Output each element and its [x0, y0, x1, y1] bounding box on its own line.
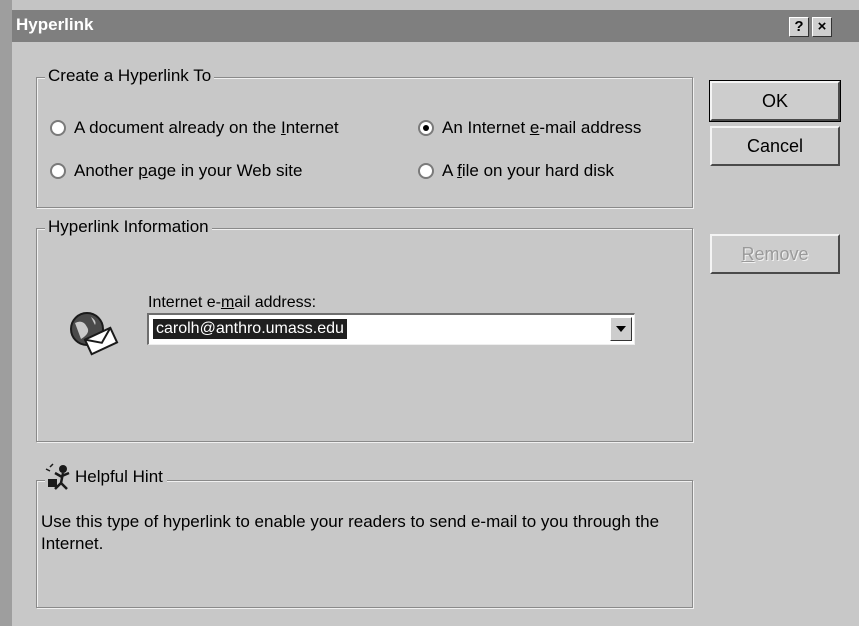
- radio-label: An Internet e-mail address: [442, 118, 642, 137]
- radio-indicator[interactable]: [50, 120, 66, 136]
- helpful-hint-text: Use this type of hyperlink to enable you…: [41, 512, 660, 553]
- create-hyperlink-label: Create a Hyperlink To: [45, 66, 215, 86]
- email-address-combobox[interactable]: carolh@anthro.umass.edu: [147, 313, 635, 345]
- radio-label: A document already on the Internet: [74, 118, 339, 137]
- helpful-hint-group: Helpful Hint Use this type of hyperlink …: [36, 463, 693, 608]
- combobox-dropdown-arrow-icon[interactable]: [610, 317, 632, 341]
- email-globe-icon: [70, 312, 119, 356]
- help-button[interactable]: ?: [789, 17, 809, 37]
- email-field-label: Internet e-mail address:: [148, 294, 317, 311]
- hyperlink-dialog: Hyperlink ? × Create a Hyperlink To A do…: [12, 10, 859, 626]
- radio-label: A file on your hard disk: [442, 161, 614, 180]
- helpful-hint-label: Helpful Hint: [75, 467, 163, 486]
- title-bar[interactable]: Hyperlink ? ×: [12, 10, 859, 42]
- cancel-button[interactable]: Cancel: [710, 126, 840, 166]
- radio-email-address[interactable]: An Internet e-mail address: [418, 118, 641, 138]
- helpful-hint-header: Helpful Hint: [45, 463, 167, 491]
- radio-hard-disk-file[interactable]: A file on your hard disk: [418, 161, 614, 181]
- radio-indicator[interactable]: [50, 163, 66, 179]
- radio-web-page[interactable]: Another page in your Web site: [50, 161, 302, 181]
- radio-indicator-selected[interactable]: [418, 120, 434, 136]
- email-address-value[interactable]: carolh@anthro.umass.edu: [153, 319, 347, 339]
- radio-label: Another page in your Web site: [74, 161, 303, 180]
- ok-button[interactable]: OK: [709, 80, 841, 122]
- hyperlink-information-label: Hyperlink Information: [45, 217, 212, 237]
- helpful-hint-icon: [45, 463, 70, 490]
- dialog-title: Hyperlink: [16, 15, 94, 34]
- close-button[interactable]: ×: [812, 17, 832, 37]
- create-hyperlink-group: Create a Hyperlink To A document already…: [36, 66, 693, 208]
- radio-internet-document[interactable]: A document already on the Internet: [50, 118, 339, 138]
- left-window-edge: [0, 0, 12, 626]
- radio-indicator[interactable]: [418, 163, 434, 179]
- remove-button[interactable]: Remove: [710, 234, 840, 274]
